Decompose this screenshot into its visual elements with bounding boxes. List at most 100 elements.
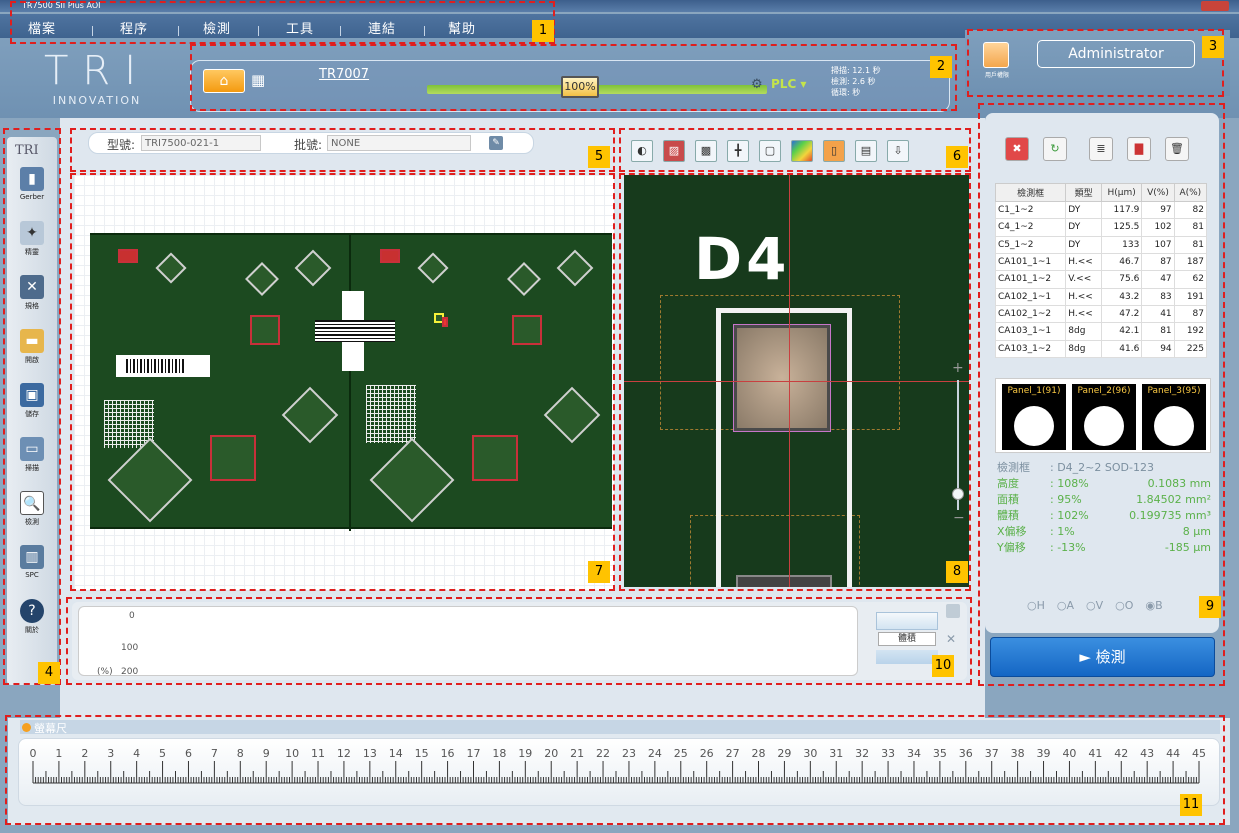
view-toggle-button[interactable]: ▦ bbox=[251, 69, 273, 93]
pcb-barcode bbox=[315, 320, 395, 342]
menu-tools[interactable]: 工具 bbox=[286, 18, 314, 37]
open-button[interactable]: ▬ 開啟 bbox=[12, 329, 52, 377]
ruler-tick-label: 23 bbox=[622, 747, 636, 760]
inspect-button[interactable]: 🔍 檢測 bbox=[12, 491, 52, 539]
table-row[interactable]: CA103_1~1 8dg 42.1 81 192 bbox=[994, 322, 1208, 341]
menu-divider bbox=[258, 26, 259, 36]
home-button[interactable]: ⌂ bbox=[203, 69, 245, 93]
tool-label: 掃描 bbox=[25, 464, 39, 472]
user-avatar-icon[interactable] bbox=[983, 42, 1009, 68]
scan-button[interactable]: ▭ 掃描 bbox=[12, 437, 52, 485]
model-field[interactable]: TRI7500-021-1 bbox=[141, 135, 261, 151]
table-row[interactable]: C5_1~2 DY 133 107 81 bbox=[994, 235, 1208, 254]
gerber-button[interactable]: ▮ Gerber bbox=[12, 167, 52, 215]
column-header[interactable]: H(μm) bbox=[1101, 183, 1143, 202]
pcb-array bbox=[366, 385, 416, 443]
chart-mode-select[interactable]: 體積 bbox=[878, 632, 936, 646]
save-button[interactable]: ▣ 儲存 bbox=[12, 383, 52, 431]
radio-option[interactable]: ◉B bbox=[1145, 599, 1162, 612]
column-header[interactable]: 檢測框 bbox=[994, 183, 1067, 202]
chart-tools-icon[interactable]: ✕ bbox=[946, 632, 956, 646]
panel-thumbnails: Panel_1(91) Panel_2(96) Panel_3(95) bbox=[995, 378, 1211, 453]
menu-help[interactable]: 幫助 bbox=[448, 18, 476, 37]
edit-icon[interactable]: ✎ bbox=[489, 136, 503, 150]
zoom-slider[interactable]: + − bbox=[948, 360, 968, 530]
table-row[interactable]: CA101_1~2 V.<< 75.6 47 62 bbox=[994, 270, 1208, 289]
panel-thumb[interactable]: Panel_1(91) bbox=[1002, 384, 1066, 450]
chart-mode-toggle[interactable] bbox=[876, 612, 938, 630]
table-row[interactable]: CA103_1~2 8dg 41.6 94 225 bbox=[994, 339, 1208, 359]
column-header[interactable]: 類型 bbox=[1065, 183, 1103, 202]
ng-list-button[interactable]: ✖ bbox=[1005, 137, 1029, 161]
menu-connect[interactable]: 連結 bbox=[368, 18, 396, 37]
table-row[interactable]: CA101_1~1 H.<< 46.7 87 187 bbox=[994, 252, 1208, 272]
qr-code-icon: ▩ bbox=[700, 144, 712, 157]
solder-button[interactable]: ▨ bbox=[663, 140, 685, 162]
zoom-view[interactable]: D4 bbox=[624, 175, 969, 587]
board-view[interactable] bbox=[74, 175, 614, 590]
annotation-number: 5 bbox=[588, 146, 610, 168]
annotation-number: 3 bbox=[1202, 36, 1224, 58]
about-button[interactable]: ? 關於 bbox=[12, 599, 52, 647]
ruler-tick-label: 38 bbox=[1011, 747, 1025, 760]
table-row[interactable]: C4_1~2 DY 125.5 102 81 bbox=[994, 218, 1208, 237]
grid-button[interactable]: ╋ bbox=[727, 140, 749, 162]
table-row[interactable]: C1_1~2 DY 117.9 97 82 bbox=[994, 200, 1208, 220]
panel-thumb[interactable]: Panel_3(95) bbox=[1142, 384, 1206, 450]
chart-mode-toggle[interactable] bbox=[876, 650, 938, 664]
column-header[interactable]: A(%) bbox=[1173, 183, 1208, 202]
layer-icon: ▤ bbox=[860, 144, 872, 157]
measurement-row: 面積: 95% 1.84502 mm² bbox=[995, 492, 1211, 508]
status-panel: ⌂ ▦ TR7007 100% ⚙ PLC ▾ 掃描: 12.1 秒 檢測: 2… bbox=[190, 60, 950, 112]
radio-option[interactable]: ○O bbox=[1115, 599, 1133, 612]
lot-field[interactable]: NONE bbox=[327, 135, 471, 151]
qr-button[interactable]: ▩ bbox=[695, 140, 717, 162]
panel-thumb[interactable]: Panel_2(96) bbox=[1072, 384, 1136, 450]
measurement-percent: : 108% bbox=[1050, 477, 1089, 490]
pcb-chip bbox=[107, 437, 193, 523]
plc-dropdown[interactable]: PLC ▾ bbox=[771, 77, 806, 91]
component-button[interactable]: ▯ bbox=[823, 140, 845, 162]
wizard-button[interactable]: ✦ 精靈 bbox=[12, 221, 52, 269]
component-icon: ▯ bbox=[830, 144, 838, 157]
table-row[interactable]: CA102_1~2 H.<< 47.2 41 87 bbox=[994, 304, 1208, 324]
table-cell: 41.6 bbox=[1101, 339, 1143, 359]
ruler-tick-label: 14 bbox=[389, 747, 403, 760]
ruler-tick-label: 40 bbox=[1062, 747, 1076, 760]
slider-handle[interactable] bbox=[952, 488, 964, 500]
screen-ruler[interactable]: 0 1 2 3 4 5 6 7 8 9 10 11 12 13 14 15 16 17 18 19 20 21 22 23 24… bbox=[18, 738, 1220, 806]
ruler-tick-label: 39 bbox=[1037, 747, 1051, 760]
height-map-button[interactable] bbox=[791, 140, 813, 162]
menu-file[interactable]: 檔案 bbox=[28, 18, 56, 37]
zoom-in-icon[interactable]: + bbox=[952, 360, 964, 376]
chart-settings-icon[interactable] bbox=[946, 604, 960, 618]
export-button[interactable]: ⇩ bbox=[887, 140, 909, 162]
mask-button[interactable]: ◐ bbox=[631, 140, 653, 162]
radio-option[interactable]: ○H bbox=[1027, 599, 1045, 612]
stats-button[interactable]: ▇ bbox=[1127, 137, 1151, 161]
app-window: TR7500 SII Plus AOI 檔案 程序 檢測 工具 連結 幫助 TR… bbox=[0, 0, 1239, 833]
user-name-button[interactable]: Administrator bbox=[1037, 40, 1195, 68]
menu-program[interactable]: 程序 bbox=[120, 18, 148, 37]
detect-button[interactable]: ► 檢測 bbox=[990, 637, 1215, 677]
refresh-button[interactable]: ↻ bbox=[1043, 137, 1067, 161]
folder-icon: ▬ bbox=[20, 329, 44, 353]
close-button[interactable] bbox=[1201, 1, 1229, 11]
radio-option[interactable]: ○A bbox=[1057, 599, 1074, 612]
list-button[interactable]: ≣ bbox=[1089, 137, 1113, 161]
ruler-tick-label: 37 bbox=[985, 747, 999, 760]
zoom-out-icon[interactable]: − bbox=[953, 510, 965, 526]
delete-button[interactable]: 🗑 bbox=[1165, 137, 1189, 161]
column-header[interactable]: V(%) bbox=[1141, 183, 1175, 202]
measurement-percent: : 102% bbox=[1050, 509, 1089, 522]
spc-button[interactable]: ▥ SPC bbox=[12, 545, 52, 593]
radio-label: B bbox=[1155, 599, 1163, 612]
table-row[interactable]: CA102_1~1 H.<< 43.2 83 191 bbox=[994, 287, 1208, 306]
menu-inspect[interactable]: 檢測 bbox=[203, 18, 231, 37]
frame-button[interactable]: ▢ bbox=[759, 140, 781, 162]
ruler-tick-label: 33 bbox=[881, 747, 895, 760]
spec-button[interactable]: ✕ 規格 bbox=[12, 275, 52, 323]
layer-button[interactable]: ▤ bbox=[855, 140, 877, 162]
ruler-tick-label: 6 bbox=[185, 747, 192, 760]
radio-option[interactable]: ○V bbox=[1086, 599, 1103, 612]
